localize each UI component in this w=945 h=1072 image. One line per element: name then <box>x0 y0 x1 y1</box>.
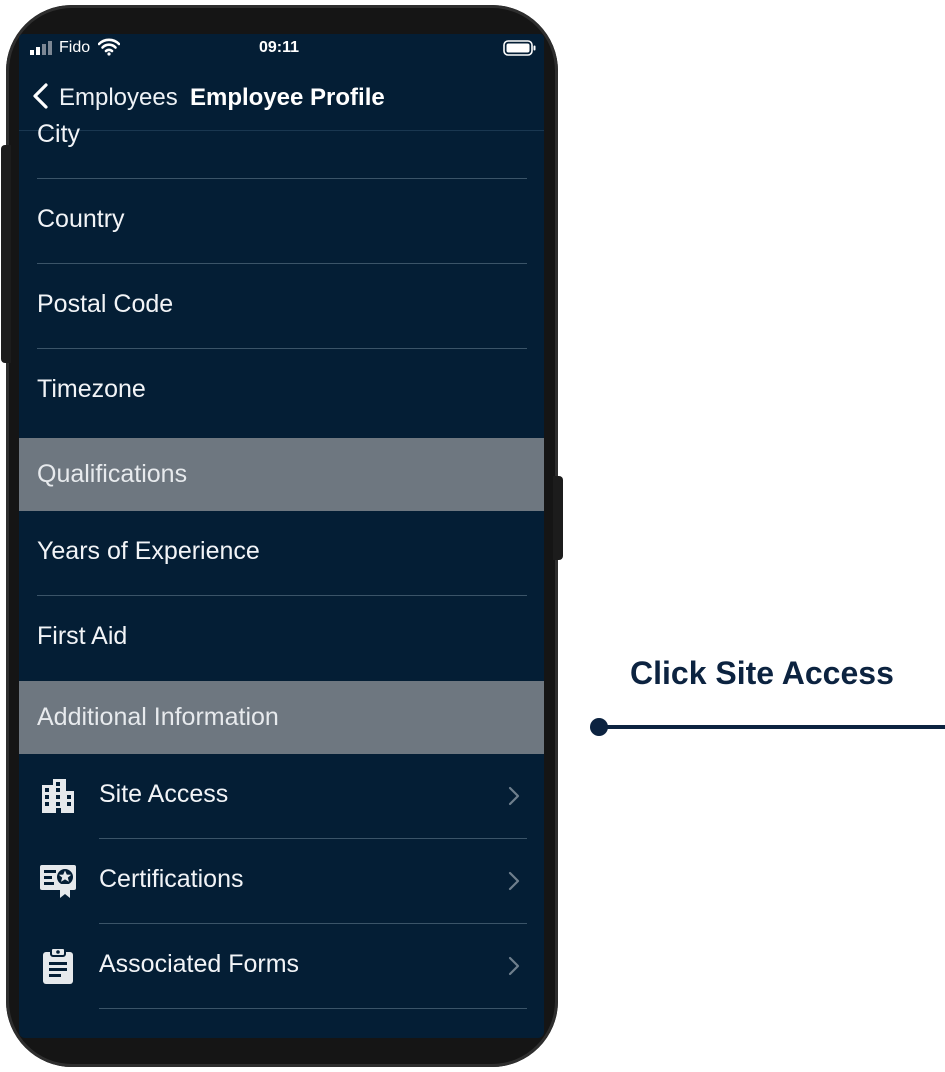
wifi-icon <box>98 38 120 56</box>
list-item-years-of-experience[interactable]: Years of Experience <box>19 511 544 596</box>
list-item-label: City <box>37 120 81 148</box>
phone-power-button <box>553 476 563 560</box>
annotation-connector-dot <box>590 718 608 736</box>
list-item-label: Associated Forms <box>99 950 300 978</box>
list-item-certifications[interactable]: Certifications <box>19 839 544 924</box>
section-header-qualifications: Qualifications <box>19 438 544 511</box>
list-item-site-access[interactable]: Site Access <box>19 754 544 839</box>
battery-icon <box>503 40 536 56</box>
annotation-connector-line <box>599 725 945 729</box>
carrier-name: Fido <box>59 39 91 56</box>
list-item-label: Timezone <box>37 375 146 403</box>
clipboard-icon <box>43 947 73 984</box>
list-item-label: Site Access <box>99 780 229 808</box>
list-item-label: First Aid <box>37 622 128 650</box>
chevron-right-icon <box>508 786 520 806</box>
phone-volume-button <box>1 145 11 363</box>
building-icon <box>42 779 74 813</box>
section-header-label: Qualifications <box>37 460 188 488</box>
list-item-label: Years of Experience <box>37 537 260 565</box>
annotation-callout: Click Site Access <box>630 655 894 691</box>
section-header-additional-information: Additional Information <box>19 681 544 754</box>
list-item-first-aid[interactable]: First Aid <box>19 596 544 681</box>
certificate-icon <box>40 865 76 898</box>
list-item-label: Country <box>37 205 125 233</box>
list-item-label: Postal Code <box>37 290 174 318</box>
divider <box>99 1008 527 1009</box>
cell-signal-icon <box>30 41 52 55</box>
chevron-right-icon <box>508 956 520 976</box>
status-time: 09:11 <box>259 39 300 56</box>
list-item-timezone[interactable]: Timezone <box>19 349 544 434</box>
section-header-label: Additional Information <box>37 703 279 731</box>
list-item-postal-code[interactable]: Postal Code <box>19 264 544 349</box>
list-item-country[interactable]: Country <box>19 179 544 264</box>
chevron-right-icon <box>508 871 520 891</box>
list-item-city[interactable]: City <box>19 94 544 179</box>
list-item-label: Certifications <box>99 865 244 893</box>
phone-screen: Fido 09:11 Employees Employee Profile Ci… <box>19 34 544 1038</box>
list-item-associated-forms[interactable]: Associated Forms <box>19 924 544 1009</box>
status-bar: Fido 09:11 <box>19 34 544 64</box>
